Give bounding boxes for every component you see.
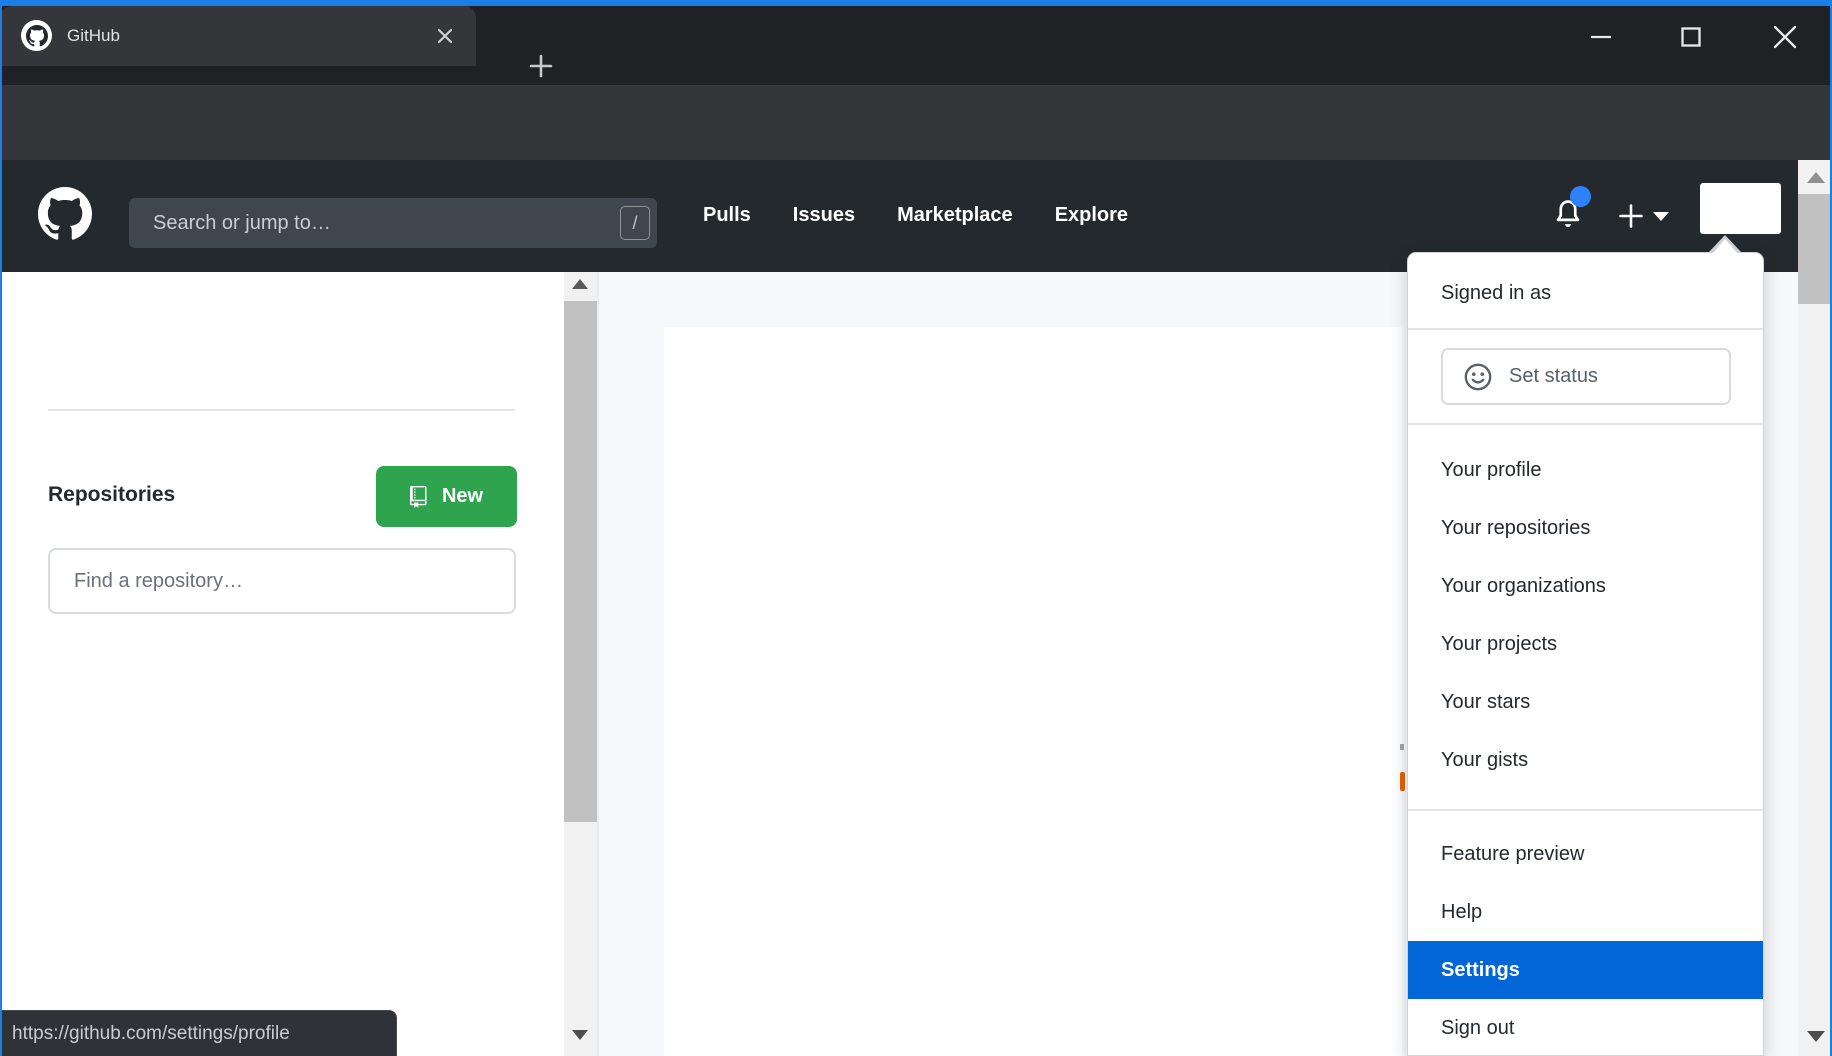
tab-strip: GitHub <box>0 6 1832 85</box>
nav-pulls[interactable]: Pulls <box>703 204 751 227</box>
menu-item-settings[interactable]: Settings <box>1408 941 1763 999</box>
maximize-icon <box>1679 25 1703 49</box>
dashboard-sidebar <box>0 272 564 1056</box>
github-nav: Pulls Issues Marketplace Explore <box>703 204 1128 227</box>
smiley-icon <box>1463 362 1493 392</box>
minimize-button[interactable] <box>1586 22 1616 52</box>
dropdown-caret <box>1712 239 1738 254</box>
close-icon <box>1772 24 1798 50</box>
menu-item-your-profile[interactable]: Your profile <box>1408 441 1763 499</box>
menu-item-your-gists[interactable]: Your gists <box>1408 731 1763 789</box>
maximize-button[interactable] <box>1676 22 1706 52</box>
repositories-title: Repositories <box>48 483 175 507</box>
main-content <box>664 327 1402 1056</box>
scroll-down-icon[interactable] <box>1807 1031 1825 1042</box>
window-border <box>0 0 1832 6</box>
search-shortcut-hint: / <box>620 206 650 240</box>
menu-item-your-stars[interactable]: Your stars <box>1408 673 1763 731</box>
menu-item-your-organizations[interactable]: Your organizations <box>1408 557 1763 615</box>
nav-marketplace[interactable]: Marketplace <box>897 204 1013 227</box>
new-button-label: New <box>442 485 483 508</box>
new-tab-icon[interactable] <box>528 53 554 79</box>
occluded-content-fragment <box>1400 744 1404 750</box>
signed-in-as-label: Signed in as <box>1441 282 1551 305</box>
menu-item-your-projects[interactable]: Your projects <box>1408 615 1763 673</box>
nav-explore[interactable]: Explore <box>1055 204 1128 227</box>
menu-item-sign-out[interactable]: Sign out <box>1408 999 1763 1056</box>
menu-item-help[interactable]: Help <box>1408 883 1763 941</box>
minimize-icon <box>1589 25 1613 49</box>
browser-tab[interactable]: GitHub <box>0 6 476 66</box>
new-repository-button[interactable]: New <box>376 466 517 527</box>
browser-toolbar: github.com G シークレット <box>0 85 1832 160</box>
scroll-up-icon[interactable] <box>1807 172 1825 183</box>
browser-window: GitHub <box>0 0 1832 1056</box>
search-input[interactable] <box>129 198 657 248</box>
avatar[interactable] <box>1700 183 1781 234</box>
browser-scrollbar-thumb[interactable] <box>1798 194 1832 304</box>
tab-title: GitHub <box>67 26 120 46</box>
user-dropdown-menu: Signed in as Set status Your profile You… <box>1407 252 1764 1056</box>
divider <box>1408 328 1763 330</box>
set-status-button[interactable]: Set status <box>1441 348 1731 405</box>
menu-item-your-repositories[interactable]: Your repositories <box>1408 499 1763 557</box>
scroll-down-icon[interactable] <box>572 1030 588 1040</box>
notification-dot <box>1570 186 1591 207</box>
page-scrollbar-thumb[interactable] <box>564 301 597 822</box>
tab-close-icon[interactable] <box>434 25 456 47</box>
occluded-content-fragment <box>1400 772 1405 791</box>
octocat-logo-icon[interactable] <box>38 187 92 241</box>
menu-item-feature-preview[interactable]: Feature preview <box>1408 825 1763 883</box>
plus-icon[interactable] <box>1618 203 1644 229</box>
divider <box>48 409 515 411</box>
status-bar-url: https://github.com/settings/profile <box>0 1010 397 1056</box>
nav-issues[interactable]: Issues <box>793 204 855 227</box>
github-favicon <box>21 20 52 51</box>
scroll-up-icon[interactable] <box>572 279 588 289</box>
find-repository-input[interactable] <box>48 548 516 614</box>
menu-group-primary: Your profile Your repositories Your orga… <box>1408 423 1763 809</box>
repo-icon <box>410 486 432 508</box>
window-border <box>0 0 2 1056</box>
menu-group-secondary: Feature preview Help Settings Sign out <box>1408 809 1763 1056</box>
set-status-label: Set status <box>1509 365 1598 388</box>
caret-down-icon[interactable] <box>1653 212 1669 221</box>
window-close-button[interactable] <box>1770 22 1800 52</box>
